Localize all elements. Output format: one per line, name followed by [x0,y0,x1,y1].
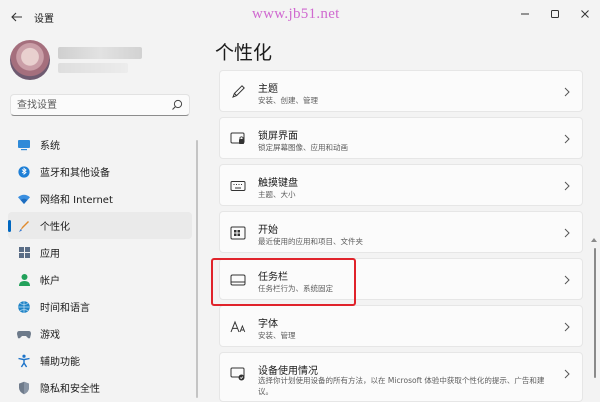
card-themes[interactable]: 主题 安装、创建、管理 [219,70,583,112]
bluetooth-icon [17,165,31,179]
card-start[interactable]: 开始 最近使用的应用和项目、文件夹 [219,211,583,253]
card-title: 触摸键盘 [258,178,298,189]
search-input[interactable] [17,98,167,113]
sidebar-item-label: 网络和 Internet [40,195,113,206]
close-button[interactable] [572,4,598,24]
sidebar-item-personalization[interactable]: 个性化 [8,212,192,239]
start-icon [230,225,246,241]
card-title: 字体 [258,319,278,330]
chevron-right-icon [564,87,570,97]
sidebar-item-label: 个性化 [40,222,70,233]
sidebar-item-bluetooth[interactable]: 蓝牙和其他设备 [8,158,192,185]
card-subtitle: 锁定屏幕图像、应用和动画 [258,143,348,152]
page-title: 个性化 [215,42,273,64]
card-subtitle: 主题、大小 [258,190,296,199]
close-icon [581,10,589,18]
card-subtitle: 选择你计划使用设备的所有方法，以在 Microsoft 体验中获取个性化的提示、… [258,376,545,396]
app-title: 设置 [34,14,54,25]
sidebar-item-accounts[interactable]: 帐户 [8,266,192,293]
sidebar-item-gaming[interactable]: 游戏 [8,320,192,347]
card-fonts[interactable]: 字体 安装、管理 [219,305,583,347]
lock-screen-icon [230,131,246,147]
device-usage-icon [230,366,246,382]
shield-icon [17,381,31,395]
chevron-right-icon [564,322,570,332]
person-icon [17,273,31,287]
back-button[interactable] [6,7,28,27]
wifi-icon [17,192,31,206]
gamepad-icon [17,327,31,341]
card-title: 开始 [258,225,278,236]
scroll-up-arrow[interactable] [591,238,597,242]
keyboard-icon [230,178,246,194]
settings-list: 主题 安装、创建、管理 锁屏界面 锁定屏幕图像、应用和动画 触摸键盘 主题、大小… [219,70,583,402]
profile-name-blurred [58,47,142,59]
title-bar: 设置 www.jb51.net [0,0,600,34]
minimize-icon [521,13,529,15]
globe-icon [17,300,31,314]
sidebar-item-apps[interactable]: 应用 [8,239,192,266]
card-subtitle: 最近使用的应用和项目、文件夹 [258,237,363,246]
minimize-button[interactable] [512,4,538,24]
sidebar-scrollbar[interactable] [196,140,198,398]
sidebar-item-label: 帐户 [40,276,60,287]
sidebar-item-label: 游戏 [40,330,60,341]
card-title: 锁屏界面 [258,131,298,142]
font-icon [230,319,246,335]
card-title: 主题 [258,84,278,95]
apps-icon [17,246,31,260]
card-lock-screen[interactable]: 锁屏界面 锁定屏幕图像、应用和动画 [219,117,583,159]
back-arrow-icon [11,12,22,22]
taskbar-highlight-annotation [211,258,356,306]
card-device-usage[interactable]: 设备使用情况 选择你计划使用设备的所有方法，以在 Microsoft 体验中获取… [219,352,583,402]
sidebar-item-label: 时间和语言 [40,303,90,314]
sidebar-item-accessibility[interactable]: 辅助功能 [8,347,192,374]
sidebar-item-network[interactable]: 网络和 Internet [8,185,192,212]
brush-icon [230,84,246,100]
chevron-right-icon [564,275,570,285]
sidebar-item-system[interactable]: 系统 [8,131,192,158]
sidebar-item-privacy-security[interactable]: 隐私和安全性 [8,374,192,401]
profile-email-blurred [58,63,128,73]
avatar[interactable] [10,40,50,80]
main-scrollbar-thumb[interactable] [594,248,596,378]
card-subtitle: 安装、管理 [258,331,296,340]
card-subtitle: 安装、创建、管理 [258,96,318,105]
maximize-button[interactable] [542,4,568,24]
accessibility-icon [17,354,31,368]
sidebar-item-label: 系统 [40,141,60,152]
chevron-right-icon [564,228,570,238]
monitor-icon [17,138,31,152]
brush-icon [17,219,31,233]
search-icon[interactable] [171,99,183,111]
sidebar-item-label: 蓝牙和其他设备 [40,168,110,179]
sidebar-item-label: 辅助功能 [40,357,80,368]
sidebar-item-label: 应用 [40,249,60,260]
card-touch-keyboard[interactable]: 触摸键盘 主题、大小 [219,164,583,206]
search-box[interactable] [10,94,190,116]
watermark: www.jb51.net [252,6,340,22]
sidebar-nav: 系统 蓝牙和其他设备 网络和 Internet 个性化 应用 帐户 时间和语言 … [8,131,192,401]
chevron-right-icon [564,134,570,144]
maximize-icon [551,10,559,18]
sidebar-item-time-language[interactable]: 时间和语言 [8,293,192,320]
sidebar-item-label: 隐私和安全性 [40,384,100,395]
chevron-right-icon [564,181,570,191]
chevron-right-icon [564,369,570,379]
